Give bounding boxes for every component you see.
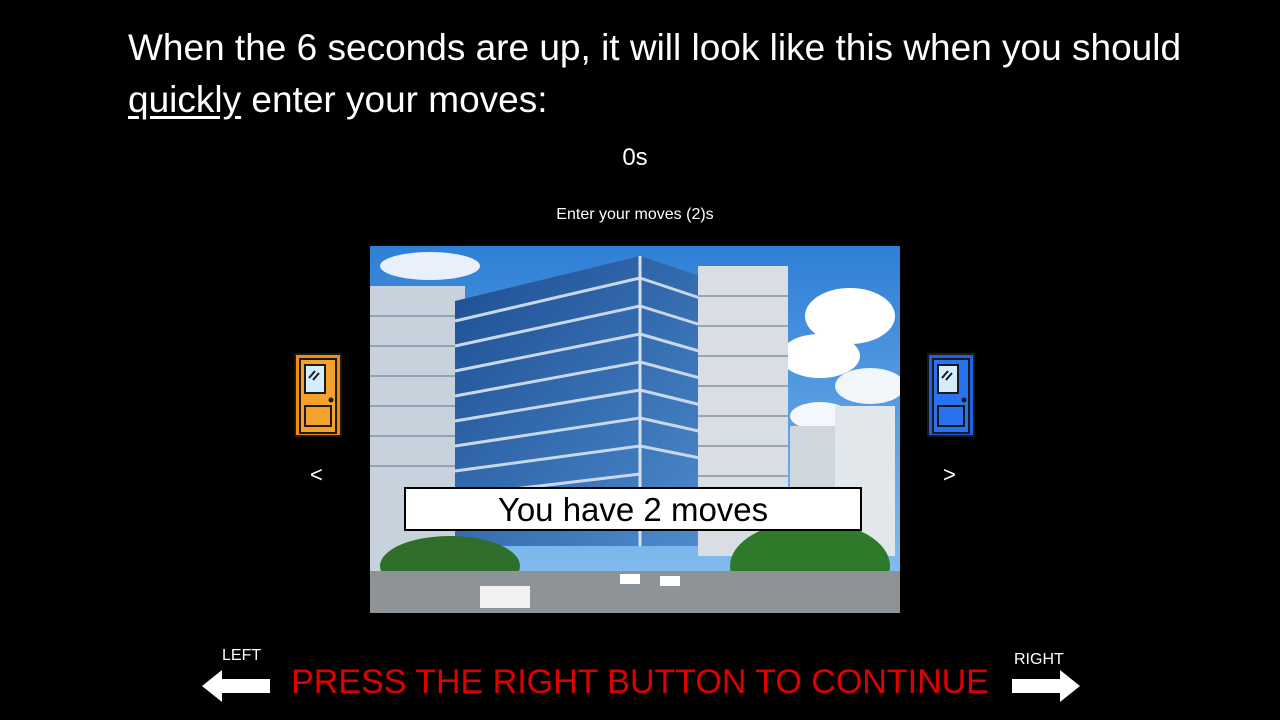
instruction-after: enter your moves: — [241, 79, 548, 120]
scene-image — [370, 246, 900, 613]
instruction-text: When the 6 seconds are up, it will look … — [128, 22, 1188, 126]
left-door-icon[interactable] — [293, 352, 343, 438]
right-chevron: > — [943, 462, 956, 487]
instruction-emphasis: quickly — [128, 79, 242, 120]
continue-instruction: PRESS THE RIGHT BUTTON TO CONTINUE — [291, 663, 989, 701]
moves-remaining-banner: You have 2 moves — [404, 487, 862, 531]
countdown-timer: 0s — [622, 144, 648, 171]
left-chevron: < — [310, 462, 323, 487]
moves-prompt: Enter your moves (2)s — [556, 206, 714, 223]
instruction-before: When the 6 seconds are up, it will look … — [128, 27, 1182, 68]
right-door-icon[interactable] — [926, 352, 976, 438]
